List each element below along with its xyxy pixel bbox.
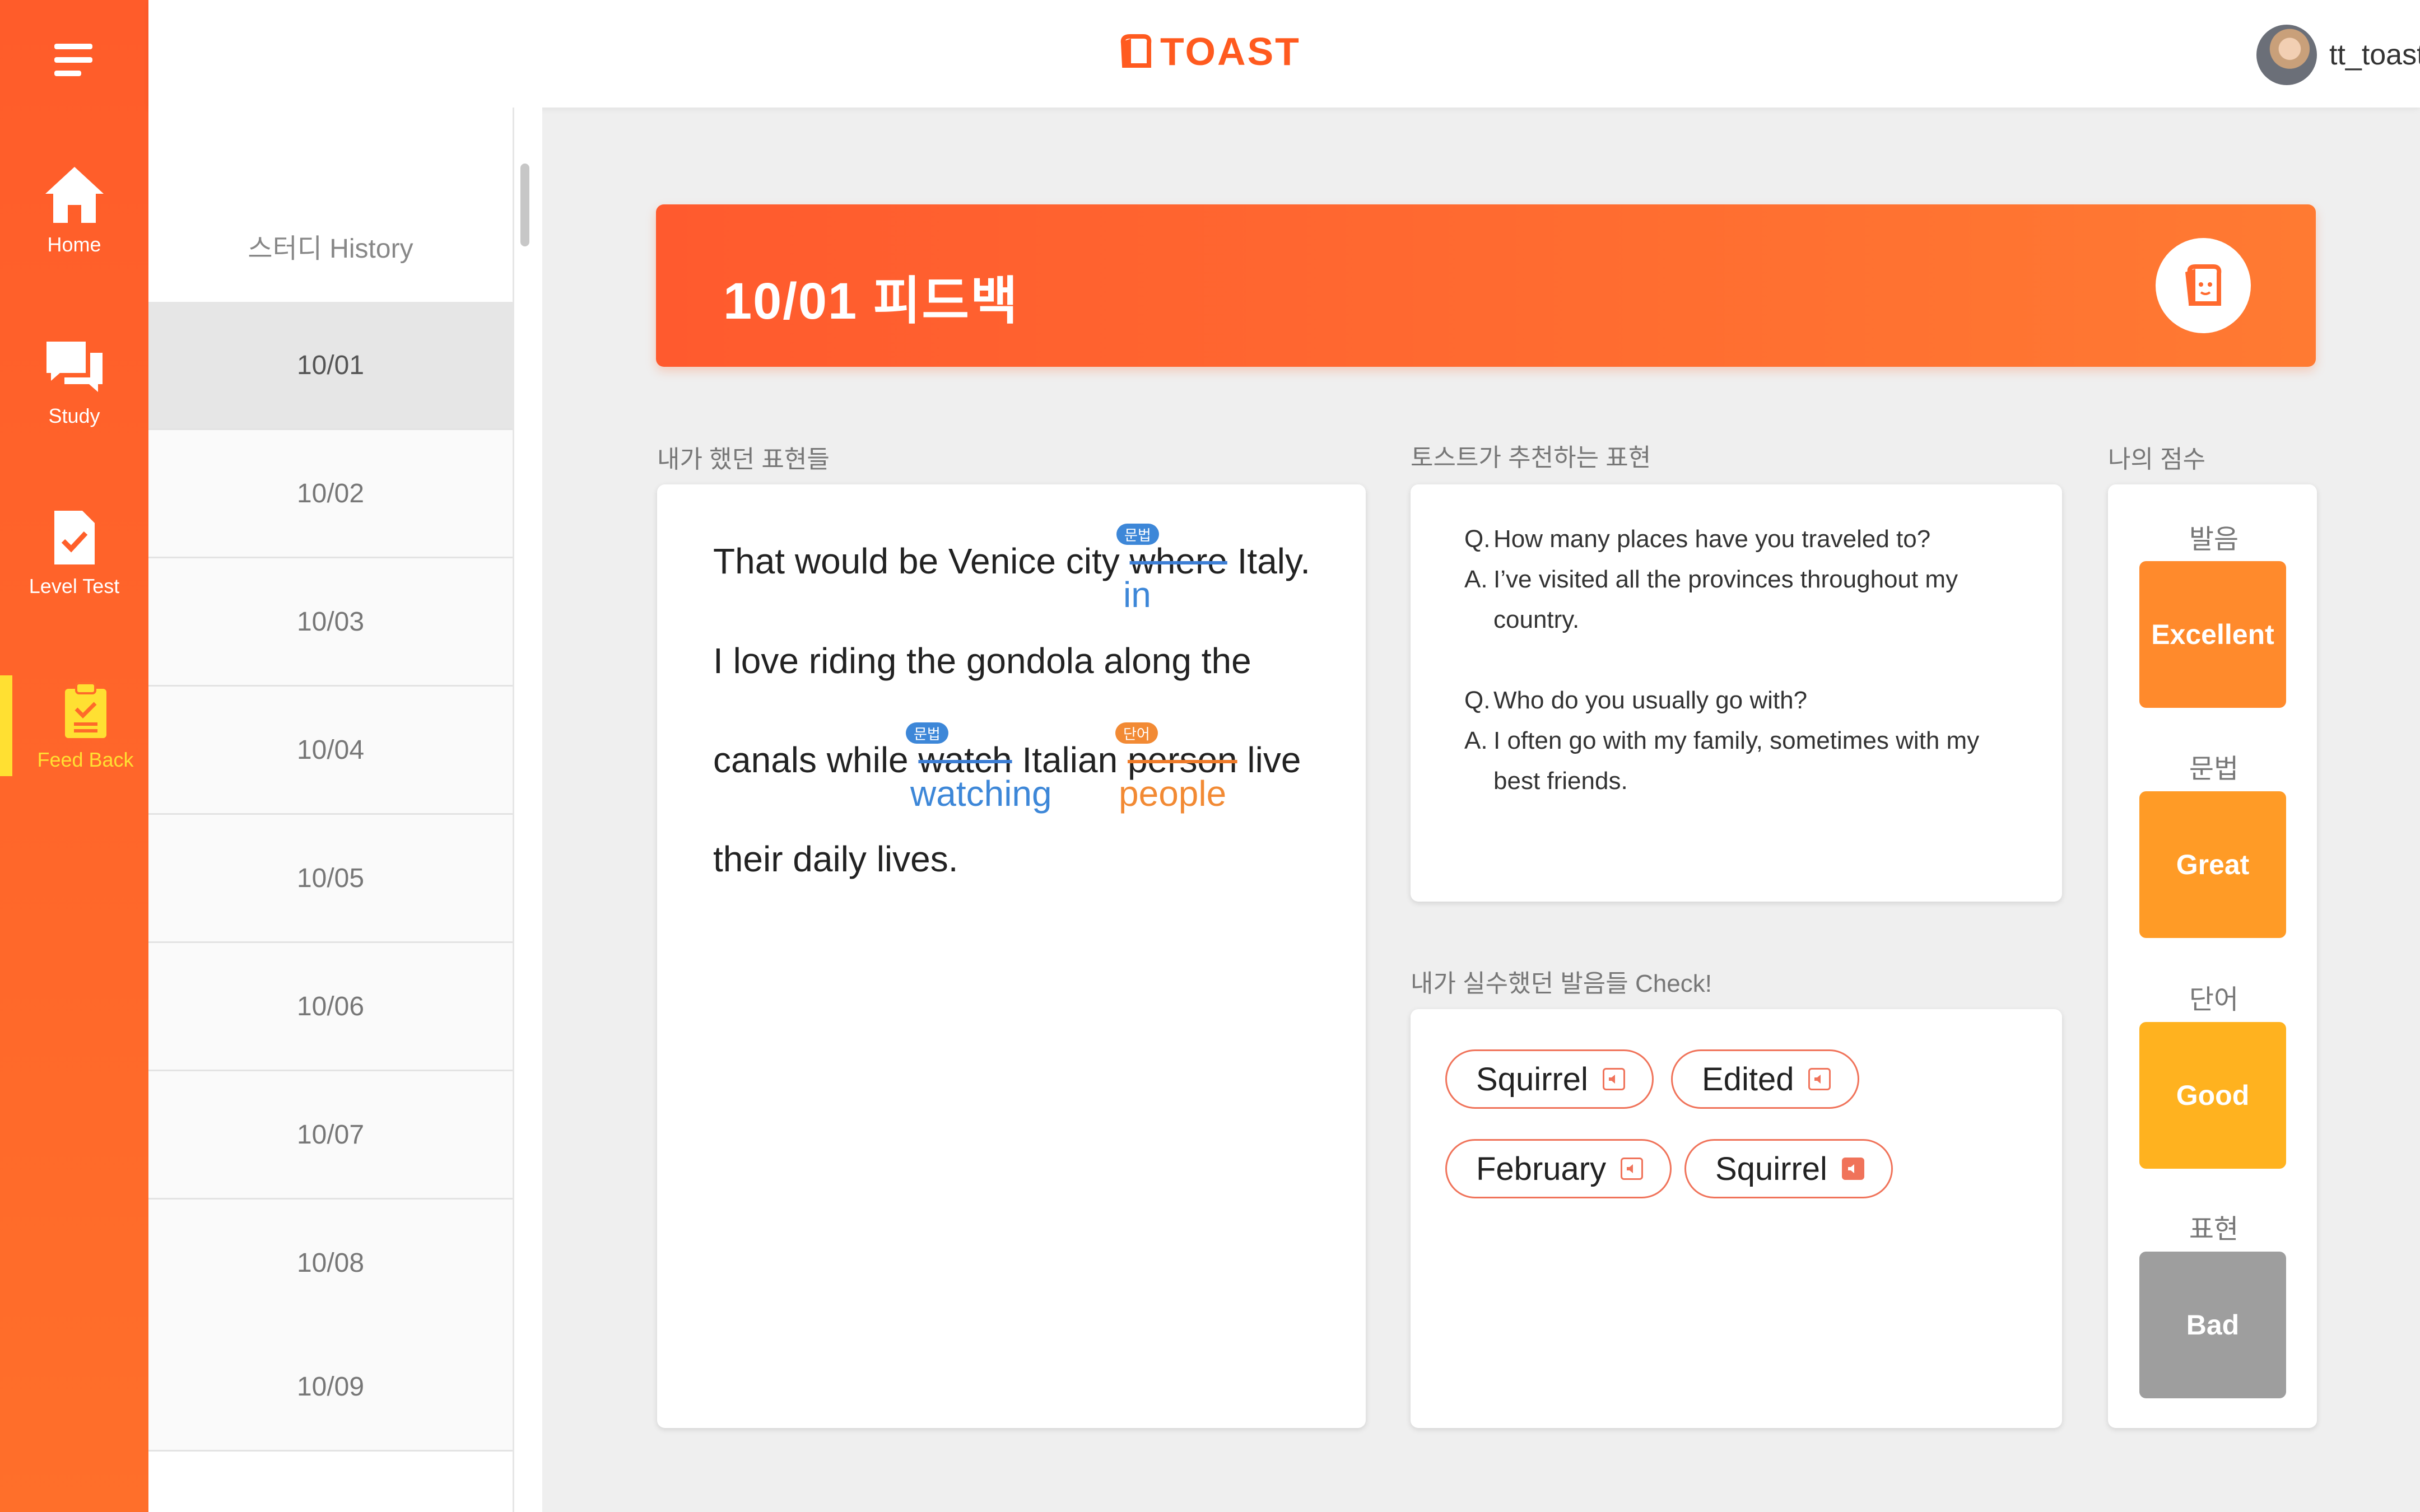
my-expressions-label: 내가 했던 표현들 [657, 446, 830, 473]
qa-answer: A. I often go with my family, sometimes … [1464, 727, 1980, 795]
word-tag: 단어 [1115, 722, 1158, 744]
recommended-label: 토스트가 추천하는 표현 [1411, 444, 1651, 472]
correction-text: people [1119, 773, 1227, 814]
history-title: 스터디 History [248, 234, 413, 264]
speaker-icon[interactable] [1602, 1068, 1625, 1090]
history-date: 10/01 [296, 350, 365, 380]
study-history-panel: 스터디 History 10/01 10/02 10/03 10/04 10/0… [148, 108, 513, 1512]
pronunciation-word-pill[interactable]: Squirrel [1445, 1049, 1654, 1109]
history-item[interactable]: 10/05 [148, 815, 513, 943]
history-date: 10/08 [296, 1248, 365, 1278]
score-category: 문법 [2189, 754, 2239, 784]
pronunciation-label: 내가 실수했던 발음들 Check! [1411, 970, 1712, 997]
document-check-icon [54, 511, 95, 564]
menu-icon[interactable] [54, 44, 92, 76]
banner-title: 10/01 피드백 [723, 273, 1019, 330]
qa-answer: A. I’ve visited all the provinces throug… [1464, 566, 1958, 633]
qa-question: Q. How many places have you traveled to? [1464, 525, 1931, 553]
history-date: 10/09 [296, 1371, 365, 1402]
speaker-icon[interactable] [1808, 1068, 1831, 1090]
score-grade-box: Good [2139, 1022, 2286, 1169]
history-item[interactable]: 10/06 [148, 943, 513, 1071]
score-category: 발음 [2189, 525, 2239, 554]
pronunciation-word-pill[interactable]: February [1445, 1139, 1672, 1198]
score-grade-box: Great [2139, 791, 2286, 938]
top-bar: TOAST tt_toaster [148, 0, 2420, 108]
history-date: 10/03 [296, 606, 365, 637]
history-item[interactable]: 10/07 [148, 1071, 513, 1200]
username: tt_toaster [2329, 39, 2420, 71]
nav-label: Feed Back [37, 748, 134, 771]
my-expressions-card: That would be Venice city where Italy. 문… [657, 484, 1366, 1428]
pronunciation-word-pill[interactable]: Squirrel [1684, 1139, 1893, 1198]
feedback-banner: 10/01 피드백 [656, 204, 2316, 367]
speaker-icon[interactable] [1621, 1158, 1644, 1180]
home-icon [45, 167, 104, 223]
scores-label: 나의 점수 [2108, 446, 2206, 473]
pronunciation-card: Squirrel Edited February Squirrel [1411, 1009, 2062, 1428]
nav-label: Study [48, 404, 100, 427]
history-item[interactable]: 10/01 [148, 302, 513, 430]
toast-mascot-icon[interactable] [2156, 238, 2251, 333]
history-item[interactable]: 10/04 [148, 687, 513, 815]
score-category: 단어 [2189, 985, 2239, 1015]
recommended-card: Q. How many places have you traveled to?… [1411, 484, 2062, 902]
pronunciation-word-pill[interactable]: Edited [1671, 1049, 1860, 1109]
grammar-tag: 문법 [906, 722, 948, 744]
history-scrollbar-thumb[interactable] [520, 164, 529, 246]
nav-item-home[interactable]: Home [0, 165, 148, 256]
nav-label: Level Test [29, 575, 120, 598]
qa-question: Q. Who do you usually go with? [1464, 687, 1808, 714]
correction-text: watching [910, 773, 1052, 814]
correction-text: in [1123, 575, 1151, 615]
avatar[interactable] [2256, 25, 2317, 85]
expression-line: That would be Venice city where Italy. [713, 541, 1311, 581]
history-item[interactable]: 10/09 [148, 1323, 513, 1452]
app-logo[interactable]: TOAST [1119, 29, 1301, 74]
nav-label: Home [47, 233, 101, 256]
nav-item-level-test[interactable]: Level Test [0, 508, 148, 598]
nav-item-study[interactable]: Study [0, 338, 148, 428]
expression-line: I love riding the gondola along the [713, 641, 1251, 681]
active-indicator [0, 675, 12, 776]
nav-rail: Home Study Level Test Feed Back [0, 0, 148, 1512]
history-date: 10/06 [296, 991, 365, 1021]
nav-item-feedback[interactable]: Feed Back [11, 682, 160, 772]
expression-line: their daily lives. [713, 839, 958, 879]
toast-logo-icon [1120, 34, 1152, 68]
user-menu[interactable]: tt_toaster [2256, 25, 2420, 85]
logo-text: TOAST [1160, 30, 1301, 73]
history-date: 10/05 [296, 863, 365, 893]
history-date: 10/02 [296, 478, 365, 508]
grammar-tag: 문법 [1116, 524, 1159, 545]
scores-card: 발음 Excellent 문법 Great 단어 Good 표현 Bad [2108, 484, 2317, 1428]
history-item[interactable]: 10/03 [148, 558, 513, 687]
chat-icon [46, 342, 103, 392]
history-item[interactable]: 10/02 [148, 430, 513, 558]
history-item[interactable]: 10/08 [148, 1200, 513, 1328]
history-scrollbar[interactable] [513, 108, 542, 1512]
score-category: 표현 [2189, 1215, 2239, 1244]
history-date: 10/04 [296, 735, 365, 765]
score-grade-box: Excellent [2139, 561, 2286, 708]
clipboard-check-icon [64, 682, 106, 738]
score-grade-box: Bad [2139, 1252, 2286, 1398]
speaker-icon[interactable] [1841, 1158, 1864, 1180]
history-date: 10/07 [296, 1119, 365, 1150]
